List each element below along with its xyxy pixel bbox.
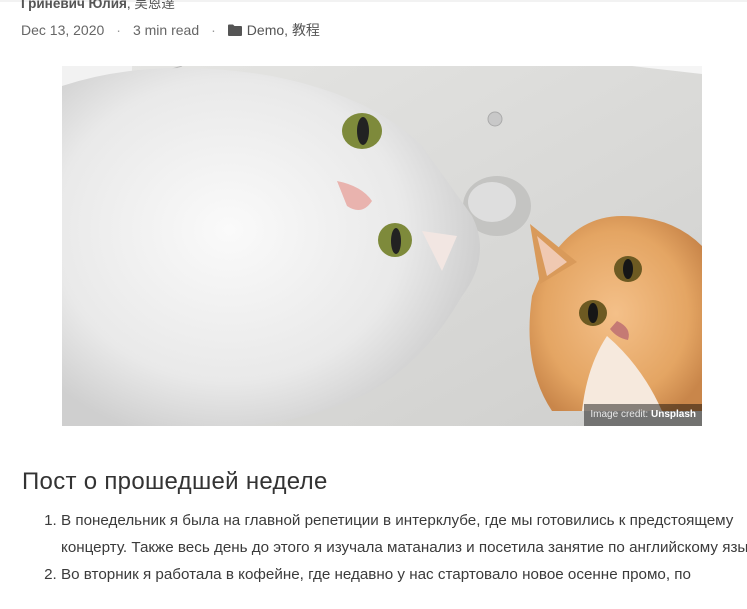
category-link-demo[interactable]: Demo xyxy=(247,22,284,38)
author-separator: , xyxy=(126,0,131,11)
post-date: Dec 13, 2020 xyxy=(21,22,105,38)
meta-separator: · xyxy=(116,22,121,38)
folder-icon xyxy=(227,24,242,36)
category-list: Demo, 教程 xyxy=(247,21,320,39)
cats-photo xyxy=(62,66,702,426)
author-link-2[interactable]: 吴恩達 xyxy=(134,0,175,11)
credit-prefix: Image credit: xyxy=(590,409,649,420)
category-separator: , xyxy=(284,22,289,38)
category-link-tutorial[interactable]: 教程 xyxy=(292,22,320,38)
credit-source-link[interactable]: Unsplash xyxy=(651,409,696,420)
list-item: В понедельник я была на главной репетици… xyxy=(61,507,747,561)
hero-image: Image credit: Unsplash xyxy=(62,66,702,426)
meta-separator: · xyxy=(211,22,216,38)
image-credit: Image credit: Unsplash xyxy=(584,404,702,426)
post-meta: Dec 13, 2020 · 3 min read · Demo, 教程 xyxy=(21,21,320,39)
read-time: 3 min read xyxy=(132,22,200,38)
section-heading: Пост о прошедшей неделе xyxy=(22,468,328,495)
list-item: Во вторник я работала в кофейне, где нед… xyxy=(61,561,747,588)
post-authors: Гриневич Юлия, 吴恩達 xyxy=(21,0,175,13)
week-list: В понедельник я была на главной репетици… xyxy=(22,507,747,588)
author-link-1[interactable]: Гриневич Юлия xyxy=(21,0,127,11)
